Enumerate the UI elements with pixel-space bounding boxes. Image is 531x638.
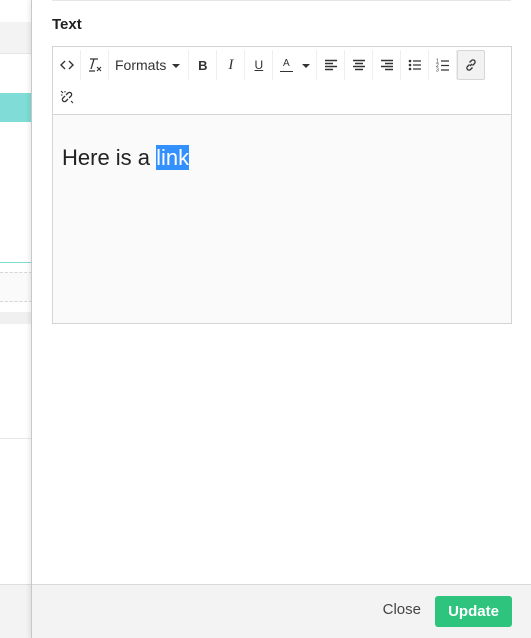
background-row (0, 312, 32, 324)
underline-button[interactable]: U (245, 50, 274, 80)
background-app (0, 0, 32, 638)
close-button[interactable]: Close (383, 601, 421, 618)
text-color-button[interactable]: A (273, 50, 318, 80)
formats-dropdown[interactable]: Formats (109, 50, 190, 80)
numbered-list-icon: 123 (436, 59, 449, 73)
bullet-list-button[interactable] (401, 50, 430, 80)
align-right-button[interactable] (373, 50, 402, 80)
editor-content[interactable]: Here is a link (53, 115, 511, 201)
bullet-list-icon (408, 59, 421, 71)
source-code-button[interactable] (53, 50, 81, 80)
underline-icon: U (254, 58, 264, 72)
bold-button[interactable]: B (189, 50, 218, 80)
align-left-button[interactable] (317, 50, 346, 80)
background-divider (0, 262, 32, 263)
background-footer (0, 584, 32, 638)
edit-panel: Text Formats B I U A 1 2 3 Here is a lin… (31, 0, 531, 638)
align-left-icon (324, 59, 337, 71)
numbered-list-button[interactable]: 123 (429, 50, 458, 80)
editor-text: Here is a (62, 145, 157, 170)
background-header-strip (0, 22, 32, 54)
editor-toolbar: Formats B I U A 1 2 3 (53, 47, 511, 115)
clear-formatting-button[interactable] (81, 50, 109, 80)
link-icon (466, 59, 477, 71)
background-divider (0, 438, 32, 439)
rich-text-editor: Formats B I U A 1 2 3 Here is a link (52, 46, 512, 324)
field-label: Text (52, 16, 82, 33)
formats-label: Formats (115, 57, 167, 73)
toolbar-row-1: Formats B I U A 1 2 3 (53, 49, 511, 81)
italic-button[interactable]: I (217, 50, 246, 80)
align-center-icon (352, 59, 365, 71)
link-button[interactable] (457, 50, 486, 80)
unlink-button[interactable] (53, 82, 81, 112)
bold-icon: B (198, 57, 208, 73)
background-dropzone (0, 272, 32, 302)
source-code-icon (59, 60, 74, 70)
chevron-down-icon (172, 64, 181, 68)
clear-formatting-icon (88, 58, 101, 72)
toolbar-row-2 (53, 81, 511, 113)
panel-footer: Close Update (32, 584, 531, 638)
italic-icon: I (228, 56, 234, 73)
svg-text:3: 3 (436, 68, 439, 73)
chevron-down-icon (301, 64, 310, 68)
panel-divider (52, 0, 511, 1)
update-button[interactable]: Update (435, 596, 512, 627)
align-right-icon (380, 59, 393, 71)
text-color-icon: A (280, 58, 293, 72)
background-selected-row (0, 93, 32, 122)
selected-link-text: link (156, 145, 190, 170)
align-center-button[interactable] (345, 50, 374, 80)
unlink-icon (60, 90, 74, 104)
